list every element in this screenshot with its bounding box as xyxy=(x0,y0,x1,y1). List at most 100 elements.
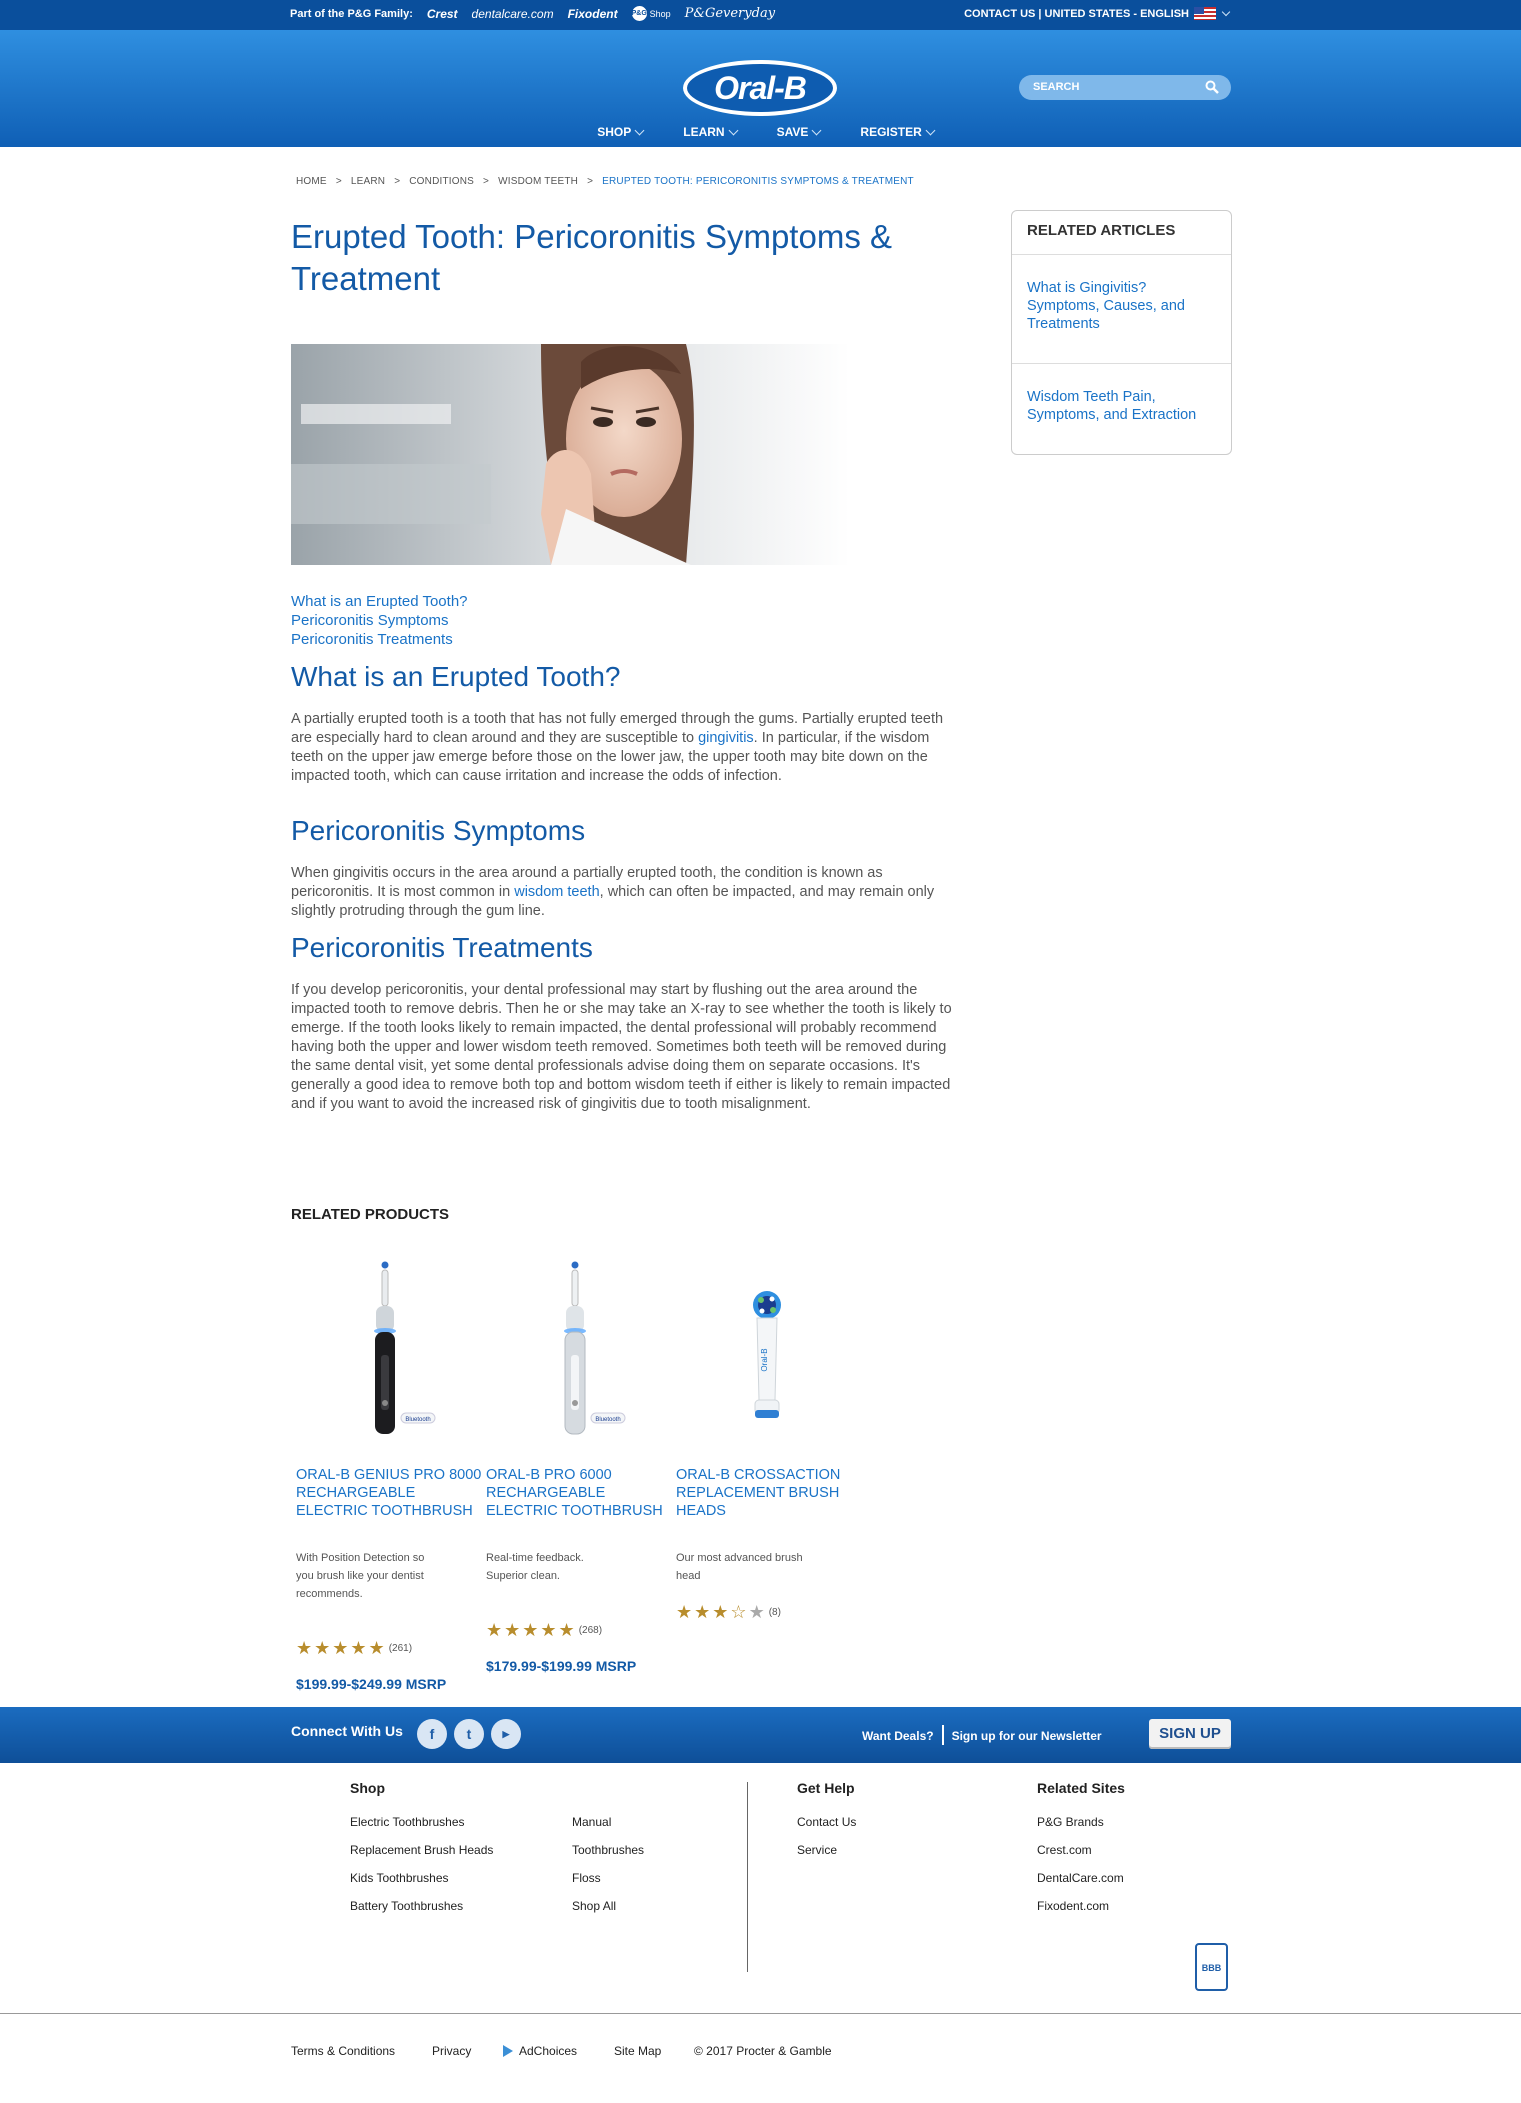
footer-link[interactable]: P&G Brands xyxy=(1037,1808,1125,1836)
footer-link[interactable]: Battery Toothbrushes xyxy=(350,1892,493,1920)
youtube-icon[interactable]: ▶ xyxy=(491,1719,521,1749)
chevron-down-icon[interactable] xyxy=(1221,7,1231,16)
chevron-down-icon xyxy=(811,125,822,135)
footer-link[interactable]: Floss xyxy=(572,1864,644,1892)
review-count[interactable]: (268) xyxy=(579,1625,602,1636)
breadcrumb: HOME > LEARN > CONDITIONS > WISDOM TEETH > ERUPT… xyxy=(296,176,914,187)
copyright: © 2017 Procter & Gamble xyxy=(694,2044,832,2058)
footer-link[interactable]: Shop All xyxy=(572,1892,644,1920)
brand-link-fixodent[interactable]: Fixodent xyxy=(568,7,618,21)
site-map-link[interactable]: Site Map xyxy=(614,2044,661,2058)
toc-link-symptoms[interactable]: Pericoronitis Symptoms xyxy=(291,611,468,630)
wisdom-teeth-link[interactable]: wisdom teeth xyxy=(514,884,599,900)
footer-heading: Get Help xyxy=(797,1780,855,1796)
contact-language-link[interactable]: CONTACT US | UNITED STATES - ENGLISH xyxy=(964,8,1189,20)
brand-link-crest[interactable]: Crest xyxy=(427,7,458,21)
product-price: $179.99-$199.99 MSRP xyxy=(486,1658,637,1674)
page-title: Erupted Tooth: Pericoronitis Symptoms & … xyxy=(291,218,892,297)
nav-shop[interactable]: SHOP xyxy=(597,125,645,139)
product-image[interactable]: Bluetooth xyxy=(481,1260,671,1440)
footer-link[interactable]: Toothbrushes xyxy=(572,1836,644,1864)
nav-register[interactable]: REGISTER xyxy=(860,125,936,139)
main-nav: SHOP LEARN SAVE REGISTER xyxy=(0,125,1521,139)
bluetooth-badge: Bluetooth xyxy=(405,1417,430,1423)
product-card[interactable]: Bluetooth ORAL-B GENIUS PRO 8000 RECHARG… xyxy=(291,1260,481,1692)
brand-link-pg-shop[interactable]: P&G Shop xyxy=(631,6,671,21)
toc-link-erupted-tooth[interactable]: What is an Erupted Tooth? xyxy=(291,592,468,611)
product-image[interactable]: Bluetooth xyxy=(291,1260,481,1440)
pg-family-bar: Part of the P&G Family: Crest dentalcare… xyxy=(0,0,1521,30)
adchoices-link[interactable]: AdChoices xyxy=(503,2044,577,2058)
chevron-down-icon xyxy=(925,125,936,135)
footer-link[interactable]: Crest.com xyxy=(1037,1836,1125,1864)
product-description: With Position Detection so you brush lik… xyxy=(296,1552,425,1600)
rating-stars: ★★★☆★ (8) xyxy=(676,1602,781,1622)
table-of-contents: What is an Erupted Tooth? Pericoronitis … xyxy=(291,592,468,649)
bluetooth-badge: Bluetooth xyxy=(595,1417,620,1423)
pg-family-label: Part of the P&G Family: xyxy=(290,7,413,20)
breadcrumb-current: ERUPTED TOOTH: PERICORONITIS SYMPTOMS & … xyxy=(602,176,914,187)
footer-shop-column-2: Manual Toothbrushes Floss Shop All xyxy=(572,1808,644,1920)
bbb-badge-icon[interactable]: BBB xyxy=(1195,1943,1228,1991)
product-name-link[interactable]: ORAL-B PRO 6000 RECHARGEABLE ELECTRIC TO… xyxy=(486,1466,672,1520)
product-name-link[interactable]: ORAL-B CROSSACTION REPLACEMENT BRUSH HEA… xyxy=(676,1466,862,1520)
us-flag-icon xyxy=(1194,7,1216,20)
related-products-heading: RELATED PRODUCTS xyxy=(291,1206,450,1223)
related-article-link[interactable]: What is Gingivitis? Symptoms, Causes, an… xyxy=(1027,280,1185,332)
section-heading-erupted-tooth: What is an Erupted Tooth? xyxy=(291,661,621,692)
footer-help-column: Get Help Contact Us Service xyxy=(797,1780,856,1864)
chevron-down-icon xyxy=(728,125,739,135)
footer-link[interactable]: Contact Us xyxy=(797,1808,856,1836)
gingivitis-link[interactable]: gingivitis xyxy=(698,730,754,746)
breadcrumb-wisdom-teeth[interactable]: WISDOM TEETH xyxy=(498,176,578,187)
brand-link-pg-everyday[interactable]: P&Geveryday xyxy=(685,6,775,21)
section-text-symptoms: When gingivitis occurs in the area aroun… xyxy=(291,865,935,919)
toc-link-treatments[interactable]: Pericoronitis Treatments xyxy=(291,630,468,649)
connect-band: Connect With Us f t ▶ Want Deals? Sign up… xyxy=(0,1707,1521,1763)
adchoices-icon xyxy=(503,2045,513,2057)
sign-up-button[interactable]: SIGN UP xyxy=(1149,1719,1231,1749)
twitter-icon[interactable]: t xyxy=(454,1719,484,1749)
nav-learn[interactable]: LEARN xyxy=(683,125,739,139)
product-name-link[interactable]: ORAL-B GENIUS PRO 8000 RECHARGEABLE ELEC… xyxy=(296,1466,482,1520)
review-count[interactable]: (8) xyxy=(769,1607,781,1618)
nav-save[interactable]: SAVE xyxy=(777,125,822,139)
footer-link[interactable]: Manual xyxy=(572,1808,644,1836)
search-icon[interactable] xyxy=(1205,80,1219,94)
search-input[interactable]: SEARCH xyxy=(1019,75,1231,100)
footer-heading: Related Sites xyxy=(1037,1780,1125,1796)
footer-link[interactable]: Electric Toothbrushes xyxy=(350,1808,493,1836)
related-articles-heading: RELATED ARTICLES xyxy=(1012,211,1231,255)
product-card[interactable]: Bluetooth ORAL-B PRO 6000 RECHARGEABLE E… xyxy=(481,1260,671,1674)
footer-heading: Shop xyxy=(350,1780,385,1796)
brand-link-dentalcare[interactable]: dentalcare.com xyxy=(472,7,554,21)
rating-stars: ★★★★★ (261) xyxy=(296,1638,413,1658)
connect-label: Connect With Us xyxy=(291,1723,403,1739)
footer-link[interactable]: Fixodent.com xyxy=(1037,1892,1125,1920)
hero-image xyxy=(291,344,850,565)
related-articles-panel: RELATED ARTICLES What is Gingivitis? Sym… xyxy=(1011,210,1232,455)
pg-logo-icon: P&G xyxy=(631,6,647,21)
product-price: $199.99-$249.99 MSRP xyxy=(296,1676,447,1692)
product-description: Real-time feedback. Superior clean. xyxy=(486,1552,584,1582)
terms-link[interactable]: Terms & Conditions xyxy=(291,2044,395,2058)
footer-related-sites-column: Related Sites P&G Brands Crest.com Denta… xyxy=(1037,1780,1125,1920)
privacy-link[interactable]: Privacy xyxy=(432,2044,471,2058)
breadcrumb-conditions[interactable]: CONDITIONS xyxy=(409,176,474,187)
footer-link[interactable]: Kids Toothbrushes xyxy=(350,1864,493,1892)
product-description: Our most advanced brush head xyxy=(676,1552,803,1582)
footer-link[interactable]: Replacement Brush Heads xyxy=(350,1836,493,1864)
breadcrumb-learn[interactable]: LEARN xyxy=(351,176,385,187)
chevron-down-icon xyxy=(634,125,645,135)
facebook-icon[interactable]: f xyxy=(417,1719,447,1749)
product-card[interactable]: Oral-B ORAL-B CROSSACTION REPLACEMENT BR… xyxy=(671,1260,861,1622)
footer-link[interactable]: DentalCare.com xyxy=(1037,1864,1125,1892)
brush-head-label: Oral-B xyxy=(760,1348,769,1371)
product-image[interactable]: Oral-B xyxy=(671,1260,861,1440)
related-article-link[interactable]: Wisdom Teeth Pain, Symptoms, and Extract… xyxy=(1027,389,1196,423)
oral-b-logo[interactable]: Oral-B xyxy=(683,60,837,116)
section-heading-treatments: Pericoronitis Treatments xyxy=(291,932,593,963)
footer-link[interactable]: Service xyxy=(797,1836,856,1864)
breadcrumb-home[interactable]: HOME xyxy=(296,176,327,187)
review-count[interactable]: (261) xyxy=(389,1643,412,1654)
